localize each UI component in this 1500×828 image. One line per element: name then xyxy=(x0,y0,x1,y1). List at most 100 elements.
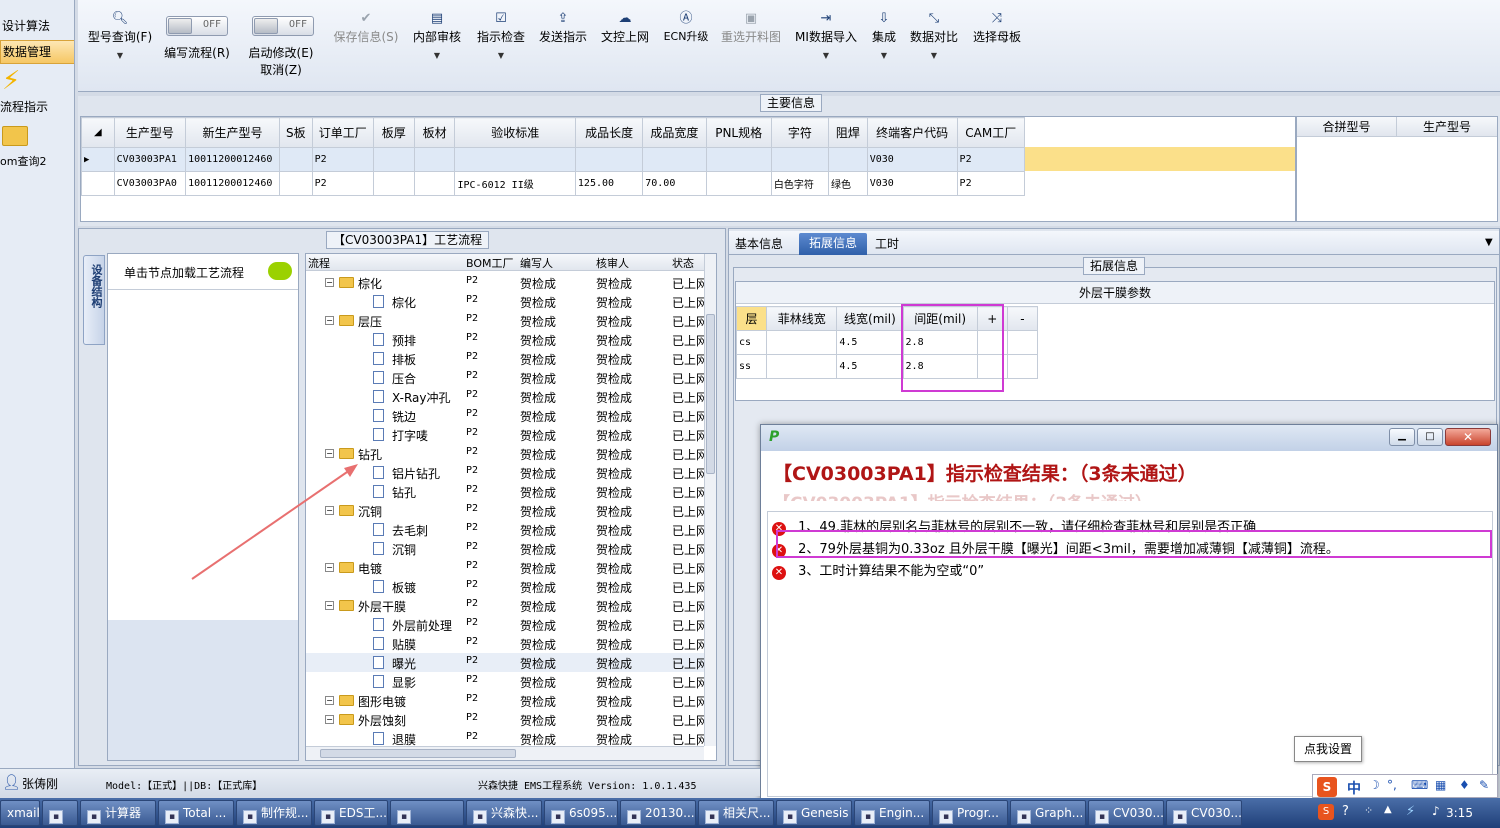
select-master-board-button[interactable]: ⤨ 选择母板 xyxy=(970,10,1024,45)
moon-icon[interactable]: ☽ xyxy=(1369,778,1380,792)
tray-app-icon[interactable]: ⚡ xyxy=(1406,804,1415,819)
ext-cell[interactable] xyxy=(1006,354,1039,379)
table-cell[interactable] xyxy=(413,147,456,172)
chevron-down-icon[interactable]: ▼ xyxy=(866,51,902,60)
nav-item-process-instruction[interactable]: 流程指示 xyxy=(0,98,74,115)
tree-row[interactable]: − 外层干膜 P2 贺检成 贺检成 已上网 xyxy=(306,596,704,615)
send-instruction-button[interactable]: ⇪ 发送指示 xyxy=(536,10,590,45)
taskbar-button[interactable]: ▪ 6s095... xyxy=(544,800,618,826)
tree-row[interactable]: 铣边 P2 贺检成 贺检成 已上网 xyxy=(306,406,704,425)
sound-icon[interactable]: ♪ xyxy=(1432,804,1440,818)
ext-cell[interactable]: 4.5 xyxy=(836,354,904,379)
tree-row[interactable]: 排板 P2 贺检成 贺检成 已上网 xyxy=(306,349,704,368)
taskbar-button[interactable]: ▪ CV030... xyxy=(1088,800,1164,826)
table-cell[interactable]: P2 xyxy=(956,171,1026,196)
column-header[interactable]: 订单工厂 xyxy=(311,117,374,148)
sogou-tray-icon[interactable]: S xyxy=(1318,804,1334,820)
table-cell[interactable] xyxy=(705,171,772,196)
chevron-down-icon[interactable]: ▼ xyxy=(792,51,860,60)
message-item-3[interactable]: ✕ 3、工时计算结果不能为空或“0” xyxy=(772,560,984,580)
taskbar-button[interactable]: ▪ Total ... xyxy=(158,800,234,826)
start-modify-toggle[interactable]: OFF xyxy=(252,16,314,36)
tab-extended-info[interactable]: 拓展信息 xyxy=(799,233,867,255)
hint-header[interactable]: 单击节点加载工艺流程 xyxy=(108,254,298,290)
reselect-cutting-button[interactable]: ▣ 重选开料图 xyxy=(718,10,784,45)
equipment-structure-tab[interactable]: 设备结构 xyxy=(83,255,105,345)
table-cell[interactable]: 70.00 xyxy=(642,171,707,196)
tree-row[interactable]: 打字唛 P2 贺检成 贺检成 已上网 xyxy=(306,425,704,444)
save-info-button[interactable]: ✔ 保存信息(S) xyxy=(330,10,402,45)
tree-row[interactable]: − 棕化 P2 贺检成 贺检成 已上网 xyxy=(306,273,704,292)
nav-item-design-algo[interactable]: 设计算法 xyxy=(0,16,74,36)
keyboard-icon[interactable]: ⌨ xyxy=(1411,778,1428,792)
ext-cell[interactable] xyxy=(1006,330,1039,355)
horizontal-scrollbar[interactable] xyxy=(306,746,704,760)
table-cell[interactable] xyxy=(278,171,313,196)
column-header[interactable]: 生产型号 xyxy=(113,117,187,148)
scrollbar-thumb[interactable] xyxy=(706,314,715,474)
maximize-icon[interactable]: □ xyxy=(1417,428,1443,446)
expand-toggle-icon[interactable]: − xyxy=(325,601,334,610)
column-header[interactable]: 板厚 xyxy=(372,117,415,148)
ext-cell[interactable]: ss xyxy=(735,354,768,379)
taskbar-button[interactable]: ▪ Progr... xyxy=(932,800,1008,826)
tree-row[interactable]: 显影 P2 贺检成 贺检成 已上网 xyxy=(306,672,704,691)
ext-cell[interactable]: cs xyxy=(735,330,768,355)
column-header[interactable]: 字符 xyxy=(770,117,829,148)
taskbar-button[interactable]: ▪ 相关尺... xyxy=(698,800,774,826)
taskbar-button[interactable]: ▪ 制作规... xyxy=(236,800,312,826)
tree-row[interactable]: − 图形电镀 P2 贺检成 贺检成 已上网 xyxy=(306,691,704,710)
taskbar-button[interactable]: ▪ EDS工... xyxy=(314,800,388,826)
table-cell[interactable]: P2 xyxy=(311,171,374,196)
table-cell[interactable] xyxy=(705,147,772,172)
ext-column-header[interactable]: 层 xyxy=(735,306,768,331)
table-cell[interactable]: CV03003PA0 xyxy=(113,171,187,196)
punctuation-icon[interactable]: °, xyxy=(1387,778,1397,792)
nav-item-data-management[interactable]: 数据管理 xyxy=(0,40,74,64)
taskbar-button[interactable]: ▪ xyxy=(42,800,78,826)
table-cell[interactable]: CV03003PA1 xyxy=(113,147,187,172)
dialog-titlebar[interactable]: P ▁ □ ✕ xyxy=(761,425,1497,451)
sogou-icon[interactable]: S xyxy=(1317,777,1337,797)
expand-toggle-icon[interactable]: − xyxy=(325,696,334,705)
close-icon[interactable]: ✕ xyxy=(1445,428,1491,446)
column-header[interactable]: S板 xyxy=(278,117,313,148)
grid-icon[interactable]: ▦ xyxy=(1435,778,1446,792)
tree-column-header[interactable]: 状态 xyxy=(672,255,694,271)
ext-column-header[interactable]: 线宽(mil) xyxy=(836,306,904,331)
tree-row[interactable]: − 外层蚀刻 P2 贺检成 贺检成 已上网 xyxy=(306,710,704,729)
tree-row[interactable]: − 层压 P2 贺检成 贺检成 已上网 xyxy=(306,311,704,330)
production-model-header[interactable]: 生产型号 xyxy=(1397,117,1497,137)
expand-toggle-icon[interactable]: − xyxy=(325,316,334,325)
column-header[interactable]: 验收标准 xyxy=(454,117,576,148)
ext-column-header[interactable]: - xyxy=(1006,306,1039,331)
tree-row[interactable]: X-Ray冲孔 P2 贺检成 贺检成 已上网 xyxy=(306,387,704,406)
wrench-icon[interactable]: ✎ xyxy=(1479,778,1489,792)
taskbar-button[interactable]: ▪ xyxy=(390,800,464,826)
mi-data-import-button[interactable]: ⇥ MI数据导入 ▼ xyxy=(792,10,860,60)
minimize-icon[interactable]: ▁ xyxy=(1389,428,1415,446)
model-query-button[interactable]: 🔍︎ 型号查询(F) ▼ xyxy=(84,10,156,60)
table-cell[interactable]: 白色字符 xyxy=(770,171,829,196)
chevron-down-icon[interactable]: ▼ xyxy=(474,51,528,60)
vertical-scrollbar[interactable] xyxy=(704,254,716,746)
table-cell[interactable] xyxy=(454,147,576,172)
table-cell[interactable]: 125.00 xyxy=(574,171,644,196)
shirt-icon[interactable]: ♦ xyxy=(1459,778,1470,792)
tree-column-header[interactable]: BOM工厂 xyxy=(466,255,514,271)
taskbar-button[interactable]: xmail xyxy=(0,800,40,826)
tree-row[interactable]: 预排 P2 贺检成 贺检成 已上网 xyxy=(306,330,704,349)
table-cell[interactable] xyxy=(413,171,456,196)
tray-expand-icon[interactable]: ▲ xyxy=(1384,804,1392,815)
table-row[interactable]: ▶ CV03003PA1 10011200012460 P2 V030 P2 xyxy=(81,147,1026,172)
ext-cell[interactable]: 4.5 xyxy=(836,330,904,355)
table-cell[interactable] xyxy=(770,147,829,172)
taskbar-button[interactable]: ▪ CV030... xyxy=(1166,800,1242,826)
table-cell[interactable]: 10011200012460 xyxy=(185,171,280,196)
table-cell[interactable]: P2 xyxy=(311,147,374,172)
table-cell[interactable]: 10011200012460 xyxy=(185,147,280,172)
column-header[interactable]: 新生产型号 xyxy=(185,117,280,148)
internal-review-button[interactable]: ▤ 内部审核 ▼ xyxy=(410,10,464,60)
ime-settings-tooltip[interactable]: 点我设置 xyxy=(1294,736,1362,762)
ecn-upgrade-button[interactable]: Ⓐ ECN升级 xyxy=(662,10,710,44)
